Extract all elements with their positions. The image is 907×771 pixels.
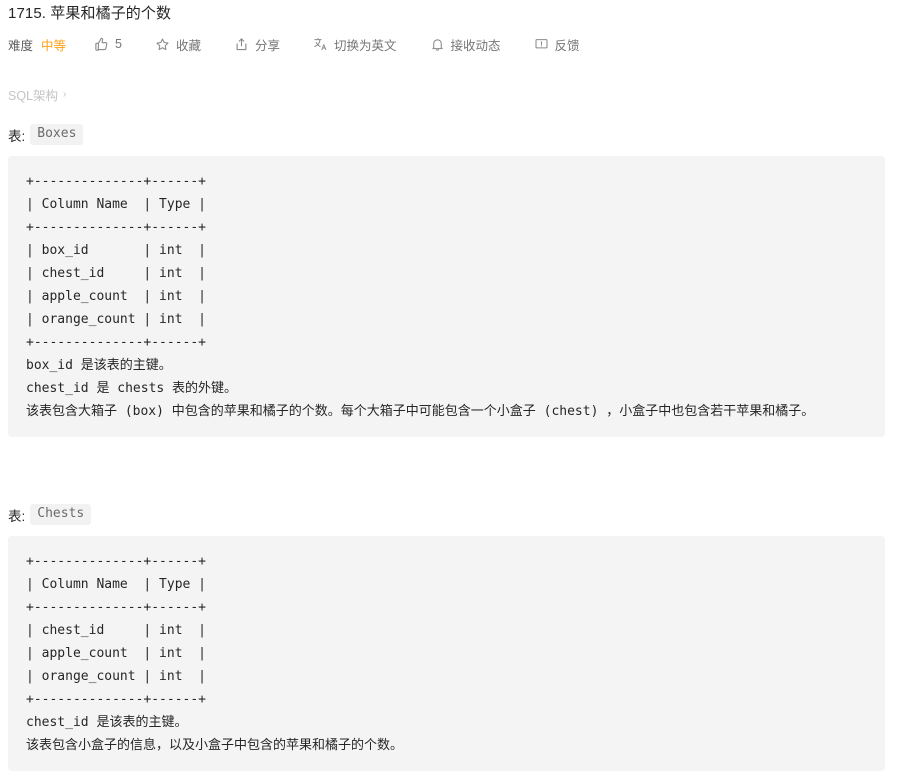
table-heading-chests: 表: Chests	[8, 504, 907, 525]
schema-note: chest_id 是该表的主键。	[26, 715, 188, 730]
table-label: 表:	[8, 508, 26, 524]
feedback-button[interactable]: 反馈	[534, 35, 580, 54]
feedback-icon	[534, 37, 549, 52]
thumbs-up-icon	[94, 37, 109, 52]
breadcrumb[interactable]: SQL架构 ›	[8, 85, 907, 104]
schema-description: 该表包含大箱子 (box) 中包含的苹果和橘子的个数。每个大箱子中可能包含一个小…	[26, 404, 815, 419]
schema-ascii-table: +--------------+------+ | Column Name | …	[26, 554, 207, 707]
table-name-chip: Chests	[30, 504, 92, 525]
problem-meta-toolbar: 难度 中等 5 收藏 分享 切换为英文 接收动态 反馈	[8, 30, 907, 58]
star-icon	[155, 37, 170, 52]
table-heading-boxes: 表: Boxes	[8, 124, 907, 145]
translate-button[interactable]: 切换为英文	[313, 35, 397, 54]
share-button[interactable]: 分享	[234, 35, 280, 54]
table-label: 表:	[8, 128, 26, 144]
favorite-button[interactable]: 收藏	[155, 35, 201, 54]
problem-description-page: 1715. 苹果和橘子的个数 难度 中等 5 收藏 分享 切换为英文 接收动态 …	[0, 0, 907, 771]
bell-icon	[430, 37, 445, 52]
schema-note: chest_id 是 chests 表的外键。	[26, 381, 238, 396]
difficulty-badge: 中等	[41, 38, 67, 53]
schema-ascii-table: +--------------+------+ | Column Name | …	[26, 174, 207, 350]
translate-label: 切换为英文	[334, 38, 397, 53]
subscribe-label: 接收动态	[450, 38, 501, 53]
schema-code-block-chests: +--------------+------+ | Column Name | …	[8, 536, 885, 771]
schema-description: 该表包含小盒子的信息，以及小盒子中包含的苹果和橘子的个数。	[26, 738, 404, 753]
subscribe-button[interactable]: 接收动态	[430, 35, 501, 54]
breadcrumb-label: SQL架构	[8, 89, 59, 103]
share-icon	[234, 37, 249, 52]
translate-icon	[313, 37, 328, 52]
page-title: 1715. 苹果和橘子的个数	[8, 5, 172, 22]
share-label: 分享	[255, 38, 281, 53]
like-button[interactable]: 5	[94, 37, 122, 52]
schema-note: box_id 是该表的主键。	[26, 358, 172, 373]
table-name-chip: Boxes	[30, 124, 84, 145]
schema-code-block-boxes: +--------------+------+ | Column Name | …	[8, 156, 885, 437]
favorite-label: 收藏	[175, 38, 201, 53]
difficulty-group: 难度 中等	[8, 35, 66, 54]
feedback-label: 反馈	[554, 38, 580, 53]
like-count: 5	[115, 37, 122, 51]
chevron-right-icon: ›	[63, 88, 67, 100]
difficulty-label: 难度	[8, 38, 34, 53]
